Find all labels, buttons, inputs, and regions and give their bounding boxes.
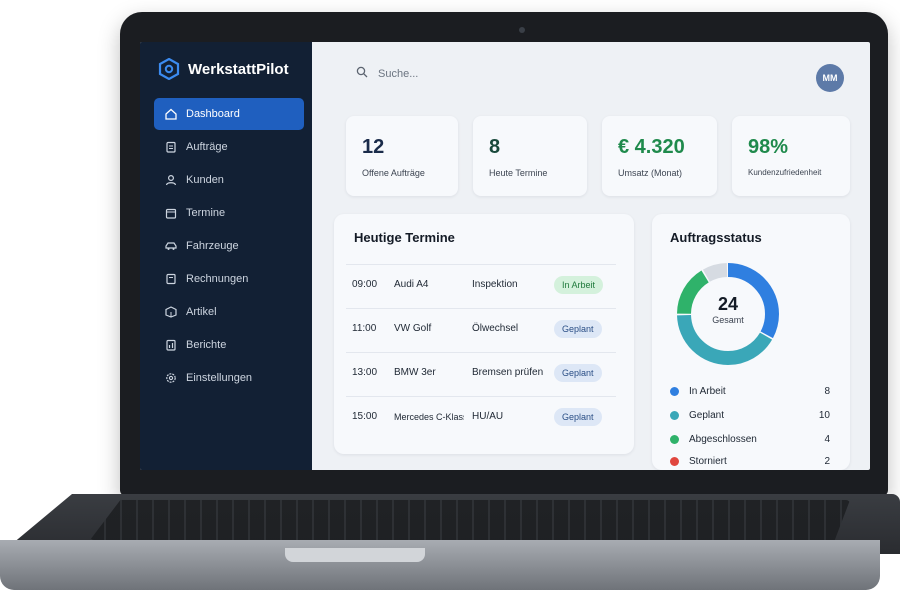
appointment-time: 13:00 bbox=[352, 367, 378, 378]
legend-item-geplant: Geplant 10 bbox=[670, 406, 830, 424]
sidebar-item-artikel[interactable]: Artikel bbox=[154, 296, 304, 328]
legend-item-in-arbeit: In Arbeit 8 bbox=[670, 382, 830, 400]
legend-count: 10 bbox=[818, 409, 830, 421]
stat-card-satisfaction[interactable]: 98% Kundenzufriedenheit bbox=[732, 116, 850, 196]
appointment-service: Inspektion bbox=[472, 279, 518, 290]
legend-dot bbox=[670, 456, 679, 466]
keyboard bbox=[90, 500, 850, 540]
stat-label: Offene Aufträge bbox=[362, 168, 425, 178]
avatar[interactable]: MM bbox=[816, 64, 844, 92]
sidebar: WerkstattPilot Dashboard Aufträge Kunden… bbox=[140, 42, 312, 470]
sidebar-item-auftraege[interactable]: Aufträge bbox=[154, 131, 304, 163]
sidebar-item-kunden[interactable]: Kunden bbox=[154, 164, 304, 196]
sidebar-item-label: Fahrzeuge bbox=[186, 240, 239, 252]
car-icon bbox=[164, 239, 178, 253]
stat-value: 8 bbox=[489, 136, 501, 158]
trackpad-notch bbox=[285, 548, 425, 562]
sidebar-item-label: Aufträge bbox=[186, 141, 228, 153]
sidebar-item-label: Einstellungen bbox=[186, 372, 253, 384]
panel-title: Heutige Termine bbox=[354, 230, 455, 245]
brand[interactable]: WerkstattPilot bbox=[158, 58, 289, 80]
table-row[interactable]: 09:00 Audi A4 Inspektion In Arbeit bbox=[346, 264, 616, 304]
status-badge: In Arbeit bbox=[554, 275, 604, 294]
hexagon-logo-icon bbox=[158, 58, 180, 80]
search-icon bbox=[356, 66, 368, 81]
appointment-vehicle: BMW 3er bbox=[394, 367, 436, 378]
appointment-time: 09:00 bbox=[352, 279, 378, 290]
webcam bbox=[519, 27, 525, 33]
appointment-service: Bremsen prüfen bbox=[472, 367, 544, 378]
search-input[interactable]: Suche... bbox=[356, 66, 418, 81]
appointment-vehicle: Audi A4 bbox=[394, 279, 429, 290]
donut-chart: 24 Gesamt bbox=[674, 260, 782, 368]
legend-label: Geplant bbox=[689, 409, 725, 421]
appointment-time: 15:00 bbox=[352, 411, 378, 422]
search-placeholder: Suche... bbox=[378, 67, 419, 80]
appointment-time: 11:00 bbox=[352, 323, 377, 334]
stat-label: Umsatz (Monat) bbox=[618, 168, 683, 178]
legend-item-abgeschlossen: Abgeschlossen 4 bbox=[670, 430, 830, 448]
laptop-mockup: WerkstattPilot Dashboard Aufträge Kunden… bbox=[0, 0, 900, 604]
legend-count: 8 bbox=[824, 385, 830, 397]
calendar-icon bbox=[164, 206, 178, 220]
sidebar-item-label: Artikel bbox=[186, 306, 217, 318]
stat-label: Heute Termine bbox=[489, 168, 548, 178]
laptop-front-edge bbox=[0, 540, 880, 590]
app-name: WerkstattPilot bbox=[188, 60, 289, 78]
sidebar-nav: Dashboard Aufträge Kunden Termine Fahrze… bbox=[154, 98, 304, 395]
stat-value: € 4.320 bbox=[618, 136, 685, 158]
sidebar-item-rechnungen[interactable]: Rechnungen bbox=[154, 263, 304, 295]
appointments-panel: Heutige Termine 09:00 Audi A4 Inspektion… bbox=[334, 214, 634, 454]
donut-total-label: Gesamt bbox=[712, 315, 744, 325]
stat-card-revenue[interactable]: € 4.320 Umsatz (Monat) bbox=[602, 116, 717, 196]
invoice-icon bbox=[164, 272, 178, 286]
home-icon bbox=[164, 107, 178, 121]
table-row[interactable]: 13:00 BMW 3er Bremsen prüfen Geplant bbox=[346, 352, 616, 392]
status-badge: Geplant bbox=[554, 407, 602, 426]
appointment-vehicle: VW Golf bbox=[394, 323, 432, 334]
top-bar: Suche... MM bbox=[312, 42, 870, 106]
stat-value: 98% bbox=[748, 136, 789, 158]
sidebar-item-fahrzeuge[interactable]: Fahrzeuge bbox=[154, 230, 304, 262]
appointment-vehicle: Mercedes C-Klasse bbox=[394, 411, 464, 422]
donut-total: 24 bbox=[717, 294, 739, 314]
laptop-screen: WerkstattPilot Dashboard Aufträge Kunden… bbox=[140, 42, 870, 470]
sidebar-item-label: Termine bbox=[186, 207, 226, 219]
table-row[interactable]: 11:00 VW Golf Ölwechsel Geplant bbox=[346, 308, 616, 348]
sidebar-item-label: Kunden bbox=[186, 174, 224, 186]
legend-count: 4 bbox=[824, 433, 830, 445]
appointment-service: HU/AU bbox=[472, 411, 504, 422]
stat-value: 12 bbox=[362, 136, 385, 158]
legend-label: Storniert bbox=[689, 455, 727, 467]
user-icon bbox=[164, 173, 178, 187]
sidebar-item-termine[interactable]: Termine bbox=[154, 197, 304, 229]
panel-title: Auftragsstatus bbox=[670, 230, 762, 245]
legend-count: 2 bbox=[824, 455, 830, 467]
sidebar-item-dashboard[interactable]: Dashboard bbox=[154, 98, 304, 130]
table-row[interactable]: 15:00 Mercedes C-Klasse HU/AU Geplant bbox=[346, 396, 616, 436]
donut-center: 24 Gesamt bbox=[674, 294, 782, 325]
stat-card-today-appointments[interactable]: 8 Heute Termine bbox=[473, 116, 587, 196]
sidebar-item-label: Berichte bbox=[186, 339, 227, 351]
sidebar-item-label: Dashboard bbox=[186, 108, 240, 120]
sidebar-item-label: Rechnungen bbox=[186, 273, 249, 285]
stat-card-open-orders[interactable]: 12 Offene Aufträge bbox=[346, 116, 458, 196]
legend-dot bbox=[670, 386, 679, 396]
status-badge: Geplant bbox=[554, 319, 602, 338]
report-icon bbox=[164, 338, 178, 352]
gear-icon bbox=[164, 371, 178, 385]
order-status-panel: Auftragsstatus 24 Gesamt In Arbeit 8 Gep… bbox=[652, 214, 850, 470]
box-icon bbox=[164, 305, 178, 319]
sidebar-item-berichte[interactable]: Berichte bbox=[154, 329, 304, 361]
appointment-service: Ölwechsel bbox=[472, 323, 519, 334]
stat-label: Kundenzufriedenheit bbox=[748, 168, 822, 177]
legend-item-storniert: Storniert 2 bbox=[670, 452, 830, 470]
legend-label: In Arbeit bbox=[689, 385, 726, 397]
status-badge: Geplant bbox=[554, 363, 602, 382]
legend-dot bbox=[670, 434, 679, 444]
clipboard-icon bbox=[164, 140, 178, 154]
legend-label: Abgeschlossen bbox=[689, 433, 757, 445]
sidebar-item-einstellungen[interactable]: Einstellungen bbox=[154, 362, 304, 394]
legend-dot bbox=[670, 410, 679, 420]
